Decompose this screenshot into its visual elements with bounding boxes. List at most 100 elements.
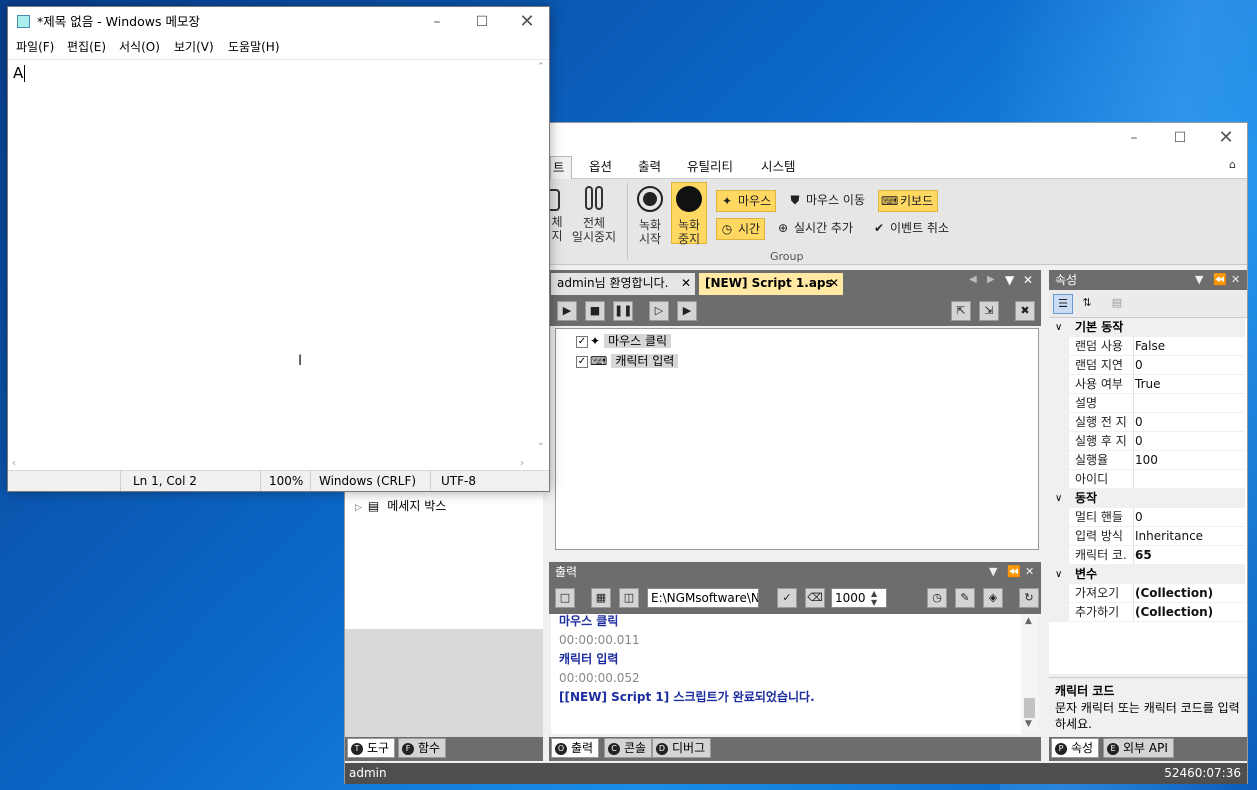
scroll-down-icon[interactable]: ⌄ [537, 438, 545, 448]
property-value[interactable]: 0 [1135, 356, 1143, 375]
menu-file[interactable]: 파일(F) [16, 37, 54, 57]
property-value[interactable]: 65 [1135, 546, 1152, 565]
time-toggle[interactable]: ◷ 시간 [716, 218, 766, 240]
tab-external-api[interactable]: E 외부 API [1103, 738, 1174, 758]
toolbox-item-message-box[interactable]: ▷ ▤ 메세지 박스 [355, 497, 446, 515]
collapse-chevron-icon[interactable]: ∨ [1055, 565, 1062, 584]
property-value[interactable]: 0 [1135, 508, 1143, 527]
record-start-button[interactable]: 녹화 시작 [633, 183, 667, 246]
tab-output[interactable]: 출력 [638, 156, 661, 179]
property-value[interactable]: 0 [1135, 432, 1143, 451]
property-row[interactable]: 캐릭터 코. 65 [1049, 546, 1245, 565]
save-icon[interactable]: ▦ [591, 588, 611, 608]
checkbox-icon[interactable]: ✓ [576, 355, 588, 368]
tab-options[interactable]: 옵션 [589, 156, 612, 179]
property-row[interactable]: 입력 방식 Inheritance [1049, 527, 1245, 546]
notepad-maximize-button[interactable]: ☐ [459, 7, 505, 37]
property-value[interactable]: False [1135, 337, 1165, 356]
script-item-mouse-click[interactable]: ✓ ✦ 마우스 클릭 [576, 332, 672, 350]
property-row[interactable]: 설명 [1049, 394, 1245, 413]
tab-welcome[interactable]: admin님 환영합니다. ✕ [551, 273, 695, 295]
stepper-arrows-icon[interactable]: ▲ ▼ [871, 589, 877, 607]
tab-scroll-right-icon[interactable]: ▶ [987, 274, 995, 285]
tab-home[interactable]: 트 [550, 156, 572, 179]
notepad-vertical-scrollbar[interactable]: ⌃ ⌄ [534, 60, 549, 453]
property-row[interactable]: 사용 여부 True [1049, 375, 1245, 394]
property-value[interactable]: (Collection) [1135, 603, 1213, 622]
categorized-icon[interactable]: ☰ [1053, 294, 1073, 314]
tab-script[interactable]: [NEW] Script 1.aps ✕ [699, 273, 843, 295]
property-row[interactable]: 멀티 핸들 0 [1049, 508, 1245, 527]
mouse-toggle[interactable]: ✦ 마우스 [716, 190, 777, 212]
checkbox-icon[interactable]: ✓ [576, 335, 588, 348]
record-stop-button[interactable]: 녹화 중지 [671, 182, 707, 246]
minimize-button[interactable]: – [1111, 123, 1157, 153]
pin-icon[interactable]: ⏪ [1007, 562, 1021, 582]
tab-system[interactable]: 시스템 [761, 156, 796, 179]
menu-view[interactable]: 보기(V) [174, 37, 214, 57]
tab-console[interactable]: C 콘솔 [604, 738, 653, 758]
property-value[interactable]: 0 [1135, 413, 1143, 432]
close-button[interactable]: ✕ [1203, 123, 1249, 153]
close-tab-icon[interactable]: ✕ [681, 273, 691, 293]
property-value[interactable]: Inheritance [1135, 527, 1203, 546]
script-item-character-input[interactable]: ✓ ⌨ 캐릭터 입력 [576, 352, 679, 370]
property-row[interactable]: 실행 전 지 0 [1049, 413, 1245, 432]
property-category[interactable]: ∨ 기본 동작 [1049, 318, 1245, 337]
close-panel-icon[interactable]: ✕ [1025, 562, 1034, 582]
brush-icon[interactable]: ✎ [955, 588, 975, 608]
menu-format[interactable]: 서식(O) [119, 37, 160, 57]
collapse-all-icon[interactable]: ⇲ [979, 301, 999, 321]
step-play-icon[interactable]: ▷ [649, 301, 669, 321]
collapse-chevron-icon[interactable]: ∨ [1055, 318, 1062, 337]
property-row[interactable]: 실행 후 지 0 [1049, 432, 1245, 451]
tab-properties[interactable]: P 속성 [1051, 738, 1100, 758]
tab-output-log[interactable]: O 출력 [551, 738, 600, 758]
property-row[interactable]: 랜덤 지연 0 [1049, 356, 1245, 375]
scroll-left-icon[interactable]: ‹ [12, 458, 16, 469]
property-pages-icon[interactable]: ▤ [1107, 294, 1127, 314]
scrollbar-thumb[interactable] [1024, 698, 1035, 718]
expand-all-icon[interactable]: ⇱ [951, 301, 971, 321]
property-value[interactable]: (Collection) [1135, 584, 1213, 603]
scroll-right-icon[interactable]: › [520, 458, 524, 469]
collapse-chevron-icon[interactable]: ∨ [1055, 489, 1062, 508]
property-row[interactable]: 추가하기 (Collection) [1049, 603, 1245, 622]
tab-functions[interactable]: F 함수 [398, 738, 447, 758]
log-path-input[interactable]: E:\NGMsoftware\NG [647, 588, 759, 608]
scroll-down-icon[interactable]: ▼ [1025, 719, 1032, 729]
run-selected-icon[interactable]: ▶ [677, 301, 697, 321]
property-row[interactable]: 실행율 100 [1049, 451, 1245, 470]
property-row[interactable]: 가져오기 (Collection) [1049, 584, 1245, 603]
new-log-icon[interactable]: □ [555, 588, 575, 608]
property-row[interactable]: 랜덤 사용 False [1049, 337, 1245, 356]
property-value[interactable]: True [1135, 375, 1161, 394]
open-folder-icon[interactable]: ◫ [619, 588, 639, 608]
alphabetical-icon[interactable]: ⇅ [1077, 294, 1097, 314]
clock-filter-icon[interactable]: ◷ [927, 588, 947, 608]
close-panel-icon[interactable]: ✕ [1231, 270, 1240, 290]
event-cancel-button[interactable]: ✔ 이벤트 취소 [869, 218, 953, 240]
scroll-up-icon[interactable]: ⌃ [537, 62, 545, 72]
property-row[interactable]: 아이디 [1049, 470, 1245, 489]
property-value[interactable]: 100 [1135, 451, 1158, 470]
pin-icon[interactable]: ⏪ [1213, 270, 1227, 290]
refresh-icon[interactable]: ↻ [1019, 588, 1039, 608]
notepad-minimize-button[interactable]: – [414, 7, 460, 37]
panel-menu-icon[interactable]: ▼ [1195, 270, 1203, 290]
menu-help[interactable]: 도움말(H) [228, 37, 280, 57]
notepad-close-button[interactable]: ✕ [504, 7, 550, 37]
property-category[interactable]: ∨ 변수 [1049, 565, 1245, 584]
realtime-add-button[interactable]: ⊕ 실시간 추가 [773, 218, 857, 240]
tab-tools[interactable]: T 도구 [347, 738, 396, 758]
partial-button-label[interactable]: 체 지 [550, 215, 564, 243]
tab-debug[interactable]: D 디버그 [652, 738, 712, 758]
close-document-icon[interactable]: ✕ [1023, 273, 1033, 287]
collapse-ribbon-icon[interactable]: ⌂ [1229, 158, 1236, 171]
auto-scroll-icon[interactable]: ✓ [777, 588, 797, 608]
pause-all-button[interactable]: 전체 일시중지 [569, 183, 619, 244]
pause-script-icon[interactable]: ❚❚ [613, 301, 633, 321]
tab-scroll-left-icon[interactable]: ◀ [969, 274, 977, 285]
panel-menu-icon[interactable]: ▼ [989, 562, 997, 582]
maximize-button[interactable]: ☐ [1157, 123, 1203, 153]
